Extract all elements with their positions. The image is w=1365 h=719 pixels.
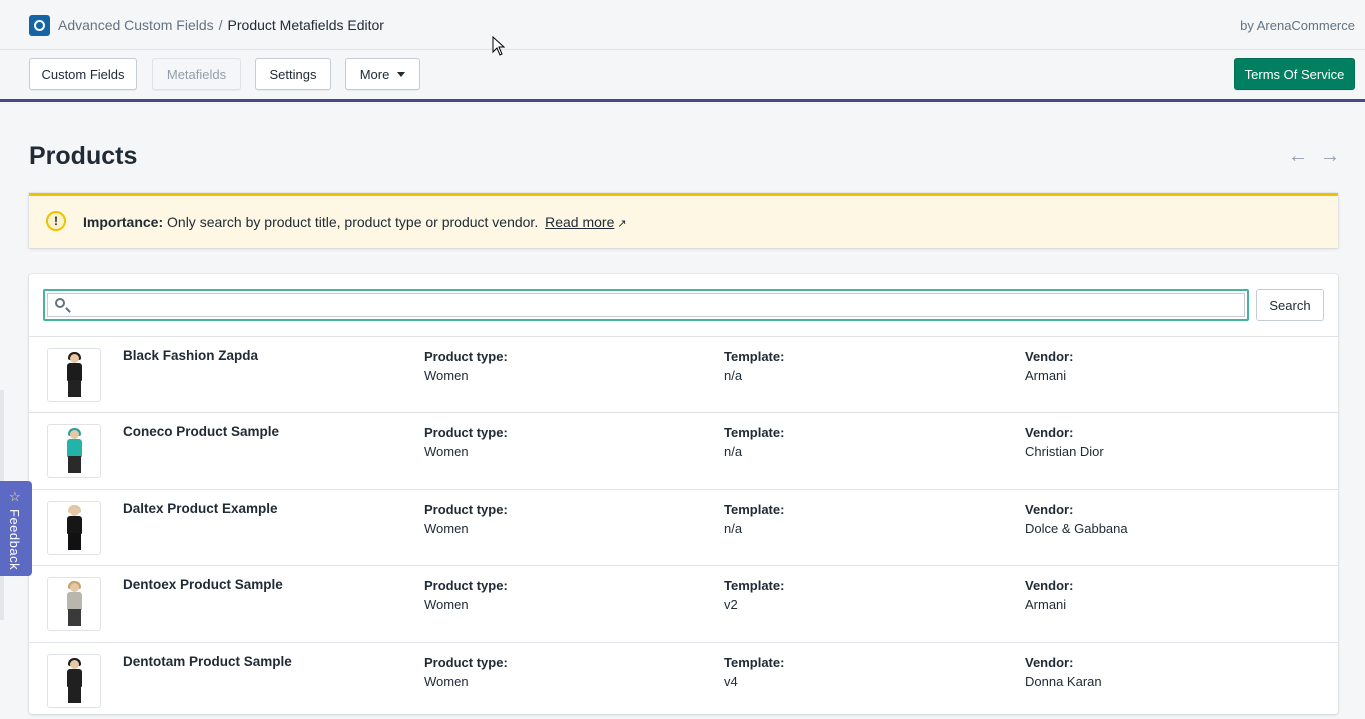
- products-card: Search Black Fashion Zapda Product type:…: [29, 274, 1338, 714]
- search-field: [43, 289, 1249, 321]
- banner-message: Importance: Only search by product title…: [83, 214, 627, 230]
- settings-button[interactable]: Settings: [255, 58, 331, 90]
- feedback-tab[interactable]: ☆ Feedback: [0, 481, 32, 576]
- table-row[interactable]: Coneco Product Sample Product type: Wome…: [29, 412, 1338, 489]
- search-button-label: Search: [1269, 297, 1311, 313]
- vendor-value: Donna Karan: [1025, 674, 1102, 689]
- template-label: Template:: [724, 502, 785, 517]
- table-row[interactable]: Dentotam Product Sample Product type: Wo…: [29, 642, 1338, 719]
- breadcrumb: Advanced Custom Fields / Product Metafield…: [58, 17, 384, 33]
- template-label: Template:: [724, 655, 785, 670]
- terms-of-service-button[interactable]: Terms Of Service: [1234, 58, 1355, 90]
- search-input[interactable]: [47, 293, 1245, 317]
- product-type-value: Women: [424, 368, 469, 383]
- breadcrumb-separator: /: [218, 17, 223, 33]
- banner-text: Only search by product title, product ty…: [167, 214, 539, 230]
- template-label: Template:: [724, 425, 785, 440]
- product-type-label: Product type:: [424, 655, 508, 670]
- product-type-label: Product type:: [424, 578, 508, 593]
- vendor-value: Christian Dior: [1025, 444, 1104, 459]
- product-type-label: Product type:: [424, 502, 508, 517]
- more-label: More: [359, 66, 390, 82]
- product-thumbnail: [47, 501, 101, 555]
- vendor-label: Vendor:: [1025, 502, 1074, 517]
- product-name[interactable]: Daltex Product Example: [123, 501, 278, 516]
- vendor-value: Dolce & Gabbana: [1025, 521, 1128, 536]
- product-name[interactable]: Black Fashion Zapda: [123, 348, 258, 363]
- template-value: n/a: [724, 521, 743, 536]
- product-thumbnail: [47, 654, 101, 708]
- importance-banner: ! Importance: Only search by product tit…: [29, 193, 1338, 248]
- product-type-label: Product type:: [424, 349, 508, 364]
- banner-label: Importance:: [83, 214, 164, 230]
- prev-page-arrow-icon[interactable]: ←: [1288, 145, 1308, 168]
- custom-fields-label: Custom Fields: [41, 66, 125, 82]
- search-button[interactable]: Search: [1256, 289, 1324, 321]
- developer-byline: by ArenaCommerce: [1240, 18, 1355, 33]
- template-label: Template:: [724, 578, 785, 593]
- table-row[interactable]: Daltex Product Example Product type: Wom…: [29, 489, 1338, 566]
- settings-label: Settings: [269, 66, 317, 82]
- custom-fields-button[interactable]: Custom Fields: [29, 58, 137, 90]
- product-name[interactable]: Dentotam Product Sample: [123, 654, 292, 669]
- product-thumbnail: [47, 424, 101, 478]
- vendor-label: Vendor:: [1025, 655, 1074, 670]
- vendor-value: Armani: [1025, 368, 1067, 383]
- product-type-value: Women: [424, 674, 469, 689]
- vendor-label: Vendor:: [1025, 349, 1074, 364]
- product-thumbnail: [47, 348, 101, 402]
- template-value: n/a: [724, 368, 743, 383]
- breadcrumb-page-name: Product Metafields Editor: [227, 17, 384, 33]
- product-name[interactable]: Coneco Product Sample: [123, 424, 279, 439]
- metafields-button[interactable]: Metafields: [152, 58, 241, 90]
- feedback-label: Feedback: [7, 509, 22, 571]
- warning-icon: !: [46, 211, 66, 231]
- template-value: n/a: [724, 444, 743, 459]
- app-logo-icon: [29, 15, 50, 36]
- template-value: v4: [724, 674, 738, 689]
- next-page-arrow-icon[interactable]: →: [1320, 145, 1340, 168]
- product-type-label: Product type:: [424, 425, 508, 440]
- star-icon: ☆: [9, 489, 21, 504]
- app-header: Advanced Custom Fields / Product Metafield…: [0, 0, 1365, 50]
- page-title: Products: [29, 142, 138, 170]
- terms-label: Terms Of Service: [1244, 66, 1345, 82]
- vendor-value: Armani: [1025, 597, 1067, 612]
- product-thumbnail: [47, 577, 101, 631]
- table-row[interactable]: Black Fashion Zapda Product type: Women …: [29, 336, 1338, 413]
- read-more-link[interactable]: Read more: [545, 214, 614, 230]
- template-value: v2: [724, 597, 738, 612]
- vendor-label: Vendor:: [1025, 578, 1074, 593]
- product-type-value: Women: [424, 444, 469, 459]
- more-dropdown-button[interactable]: More: [345, 58, 420, 90]
- table-row[interactable]: Dentoex Product Sample Product type: Wom…: [29, 565, 1338, 642]
- metafields-label: Metafields: [166, 66, 227, 82]
- mouse-cursor-icon: [492, 36, 506, 56]
- product-name[interactable]: Dentoex Product Sample: [123, 577, 283, 592]
- vendor-label: Vendor:: [1025, 425, 1074, 440]
- product-type-value: Women: [424, 597, 469, 612]
- product-type-value: Women: [424, 521, 469, 536]
- template-label: Template:: [724, 349, 785, 364]
- external-link-icon: ↗: [617, 218, 627, 230]
- breadcrumb-app-name[interactable]: Advanced Custom Fields: [58, 17, 214, 33]
- warning-icon-glyph: !: [54, 214, 58, 228]
- caret-down-icon: [397, 71, 406, 77]
- search-icon: [55, 298, 65, 308]
